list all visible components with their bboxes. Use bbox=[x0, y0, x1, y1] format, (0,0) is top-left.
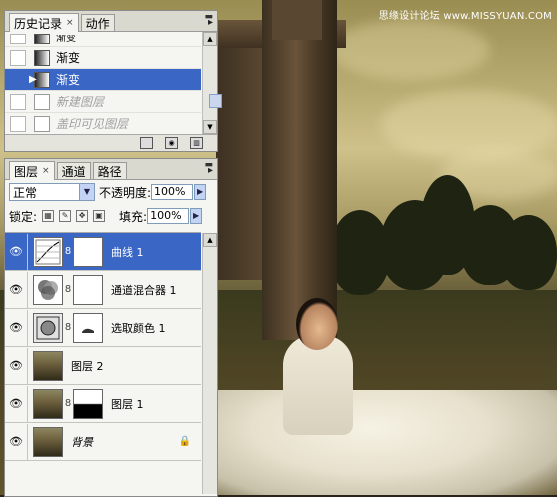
close-icon[interactable]: × bbox=[66, 18, 74, 28]
tab-channels[interactable]: 通道 bbox=[56, 162, 91, 179]
lock-move-icon[interactable]: ✥ bbox=[76, 210, 89, 222]
history-panel: 历史记录 × 动作 ▬ ▸ 渐变 渐变 ▶ 渐变 新建图层 盖印可见图层 ▲ ▼… bbox=[4, 10, 222, 152]
history-item-selected[interactable]: ▶ 渐变 bbox=[5, 69, 201, 91]
layer-name: 通道混合器 1 bbox=[111, 283, 177, 297]
tab-layers[interactable]: 图层 × bbox=[9, 161, 55, 180]
snapshot-checkbox[interactable] bbox=[10, 49, 26, 66]
document-icon bbox=[34, 115, 50, 132]
link-icon[interactable]: 8 bbox=[63, 322, 73, 333]
layer-name: 图层 1 bbox=[111, 397, 144, 411]
layer-thumbnail[interactable] bbox=[33, 426, 63, 457]
curves-adjustment-icon[interactable] bbox=[33, 236, 63, 267]
scroll-up-icon[interactable]: ▲ bbox=[203, 32, 217, 46]
camera-icon[interactable]: ◉ bbox=[165, 137, 178, 149]
link-icon[interactable]: 8 bbox=[63, 284, 73, 295]
wedding-dress bbox=[218, 390, 557, 495]
opacity-label: 不透明度: bbox=[99, 185, 152, 200]
fill-slider-icon[interactable]: ▶ bbox=[190, 208, 203, 224]
history-tabbar: 历史记录 × 动作 ▬ ▸ bbox=[5, 11, 217, 32]
layer-row-layer2[interactable]: 👁 图层 2 bbox=[5, 347, 201, 385]
layers-tabbar: 图层 × 通道 路径 ▬ ▸ bbox=[5, 159, 217, 180]
tab-paths[interactable]: 路径 bbox=[92, 162, 127, 179]
scroll-up-icon[interactable]: ▲ bbox=[203, 233, 217, 247]
history-item[interactable]: 盖印可见图层 bbox=[5, 113, 201, 135]
layer-name: 选取颜色 1 bbox=[111, 321, 166, 335]
blend-mode-select[interactable]: 正常 ▼ bbox=[9, 183, 95, 201]
stone-pillar bbox=[262, 0, 337, 340]
history-item[interactable]: 渐变 bbox=[5, 32, 201, 47]
trash-icon[interactable]: ▥ bbox=[190, 137, 203, 149]
selective-color-icon[interactable] bbox=[33, 312, 63, 343]
eye-icon[interactable]: 👁 bbox=[5, 423, 28, 460]
lock-all-icon[interactable]: ▣ bbox=[93, 210, 106, 222]
eye-icon[interactable]: 👁 bbox=[5, 271, 28, 308]
history-footer: ◉ ▥ bbox=[5, 134, 217, 151]
bride bbox=[283, 335, 353, 435]
layer-name: 背景 bbox=[71, 435, 93, 449]
history-state-marker-icon: ▶ bbox=[29, 74, 37, 85]
snapshot-checkbox[interactable] bbox=[10, 34, 26, 44]
layer-name: 图层 2 bbox=[71, 359, 104, 373]
layer-thumbnail[interactable] bbox=[33, 388, 63, 419]
chevron-down-icon[interactable]: ▼ bbox=[79, 184, 94, 200]
layer-mask-thumbnail[interactable] bbox=[73, 236, 103, 267]
link-icon[interactable]: 8 bbox=[63, 398, 73, 409]
tab-history[interactable]: 历史记录 × bbox=[9, 13, 79, 32]
gradient-icon bbox=[34, 49, 50, 66]
eye-icon[interactable]: 👁 bbox=[5, 347, 28, 384]
link-icon[interactable]: 8 bbox=[63, 246, 73, 257]
layer-name: 曲线 1 bbox=[111, 245, 144, 259]
layer-mask-thumbnail[interactable] bbox=[73, 274, 103, 305]
eye-icon[interactable]: 👁 bbox=[5, 233, 28, 270]
history-list: 渐变 渐变 ▶ 渐变 新建图层 盖印可见图层 bbox=[5, 32, 201, 136]
snapshot-checkbox[interactable] bbox=[10, 115, 26, 132]
snapshot-checkbox[interactable] bbox=[10, 93, 26, 110]
scroll-thumb[interactable] bbox=[209, 94, 222, 108]
layer-row-selective-color[interactable]: 👁 8 选取颜色 1 bbox=[5, 309, 201, 347]
panel-menu-icon[interactable]: ▸ bbox=[208, 17, 213, 28]
lock-transparent-icon[interactable]: ▦ bbox=[42, 210, 55, 222]
opacity-slider-icon[interactable]: ▶ bbox=[194, 184, 207, 200]
eye-icon[interactable]: 👁 bbox=[5, 385, 28, 422]
layer-row-layer1[interactable]: 👁 8 图层 1 bbox=[5, 385, 201, 423]
layer-row-curves[interactable]: 👁 8 曲线 1 bbox=[5, 233, 201, 271]
gradient-icon bbox=[34, 34, 50, 44]
bride-head bbox=[296, 298, 338, 350]
layer-row-background[interactable]: 👁 背景 🔒 bbox=[5, 423, 201, 461]
lock-brush-icon[interactable]: ✎ bbox=[59, 210, 72, 222]
snapshot-checkbox[interactable] bbox=[10, 71, 26, 88]
layers-panel: 图层 × 通道 路径 ▬ ▸ 正常 ▼ 不透明度: 100% ▶ 锁定: ▦ ✎… bbox=[4, 158, 218, 497]
blend-opacity-row: 正常 ▼ 不透明度: 100% ▶ bbox=[5, 180, 217, 204]
eye-icon[interactable]: 👁 bbox=[5, 309, 28, 346]
layer-mask-thumbnail[interactable] bbox=[73, 312, 103, 343]
channel-mixer-icon[interactable] bbox=[33, 274, 63, 305]
layer-mask-thumbnail[interactable] bbox=[73, 388, 103, 419]
panel-menu-icon[interactable]: ▸ bbox=[208, 165, 213, 176]
layer-row-channel-mixer[interactable]: 👁 8 通道混合器 1 bbox=[5, 271, 201, 309]
fill-input[interactable]: 100% bbox=[147, 208, 190, 224]
scroll-down-icon[interactable]: ▼ bbox=[203, 120, 217, 134]
watermark: 思缘设计论坛 www.MISSYUAN.COM bbox=[378, 11, 552, 22]
history-item[interactable]: 新建图层 bbox=[5, 91, 201, 113]
lock-fill-row: 锁定: ▦ ✎ ✥ ▣ 填充: 100% ▶ bbox=[5, 204, 217, 228]
history-item[interactable]: 渐变 bbox=[5, 47, 201, 69]
history-scrollbar[interactable]: ▲ ▼ bbox=[202, 32, 222, 134]
close-icon[interactable]: × bbox=[42, 166, 50, 176]
layer-thumbnail[interactable] bbox=[33, 350, 63, 381]
lock-label: 锁定: bbox=[9, 209, 38, 224]
tab-actions[interactable]: 动作 bbox=[80, 14, 115, 31]
layers-scrollbar[interactable]: ▲ bbox=[202, 233, 217, 494]
new-document-icon[interactable] bbox=[140, 137, 153, 149]
layer-list: 👁 8 曲线 1 👁 8 通道混合器 1 👁 8 选取颜色 1 👁 图层 2 👁… bbox=[5, 232, 201, 495]
lock-icon: 🔒 bbox=[178, 436, 191, 447]
document-icon bbox=[34, 93, 50, 110]
fill-label: 填充: bbox=[119, 209, 148, 224]
opacity-input[interactable]: 100% bbox=[151, 184, 194, 200]
